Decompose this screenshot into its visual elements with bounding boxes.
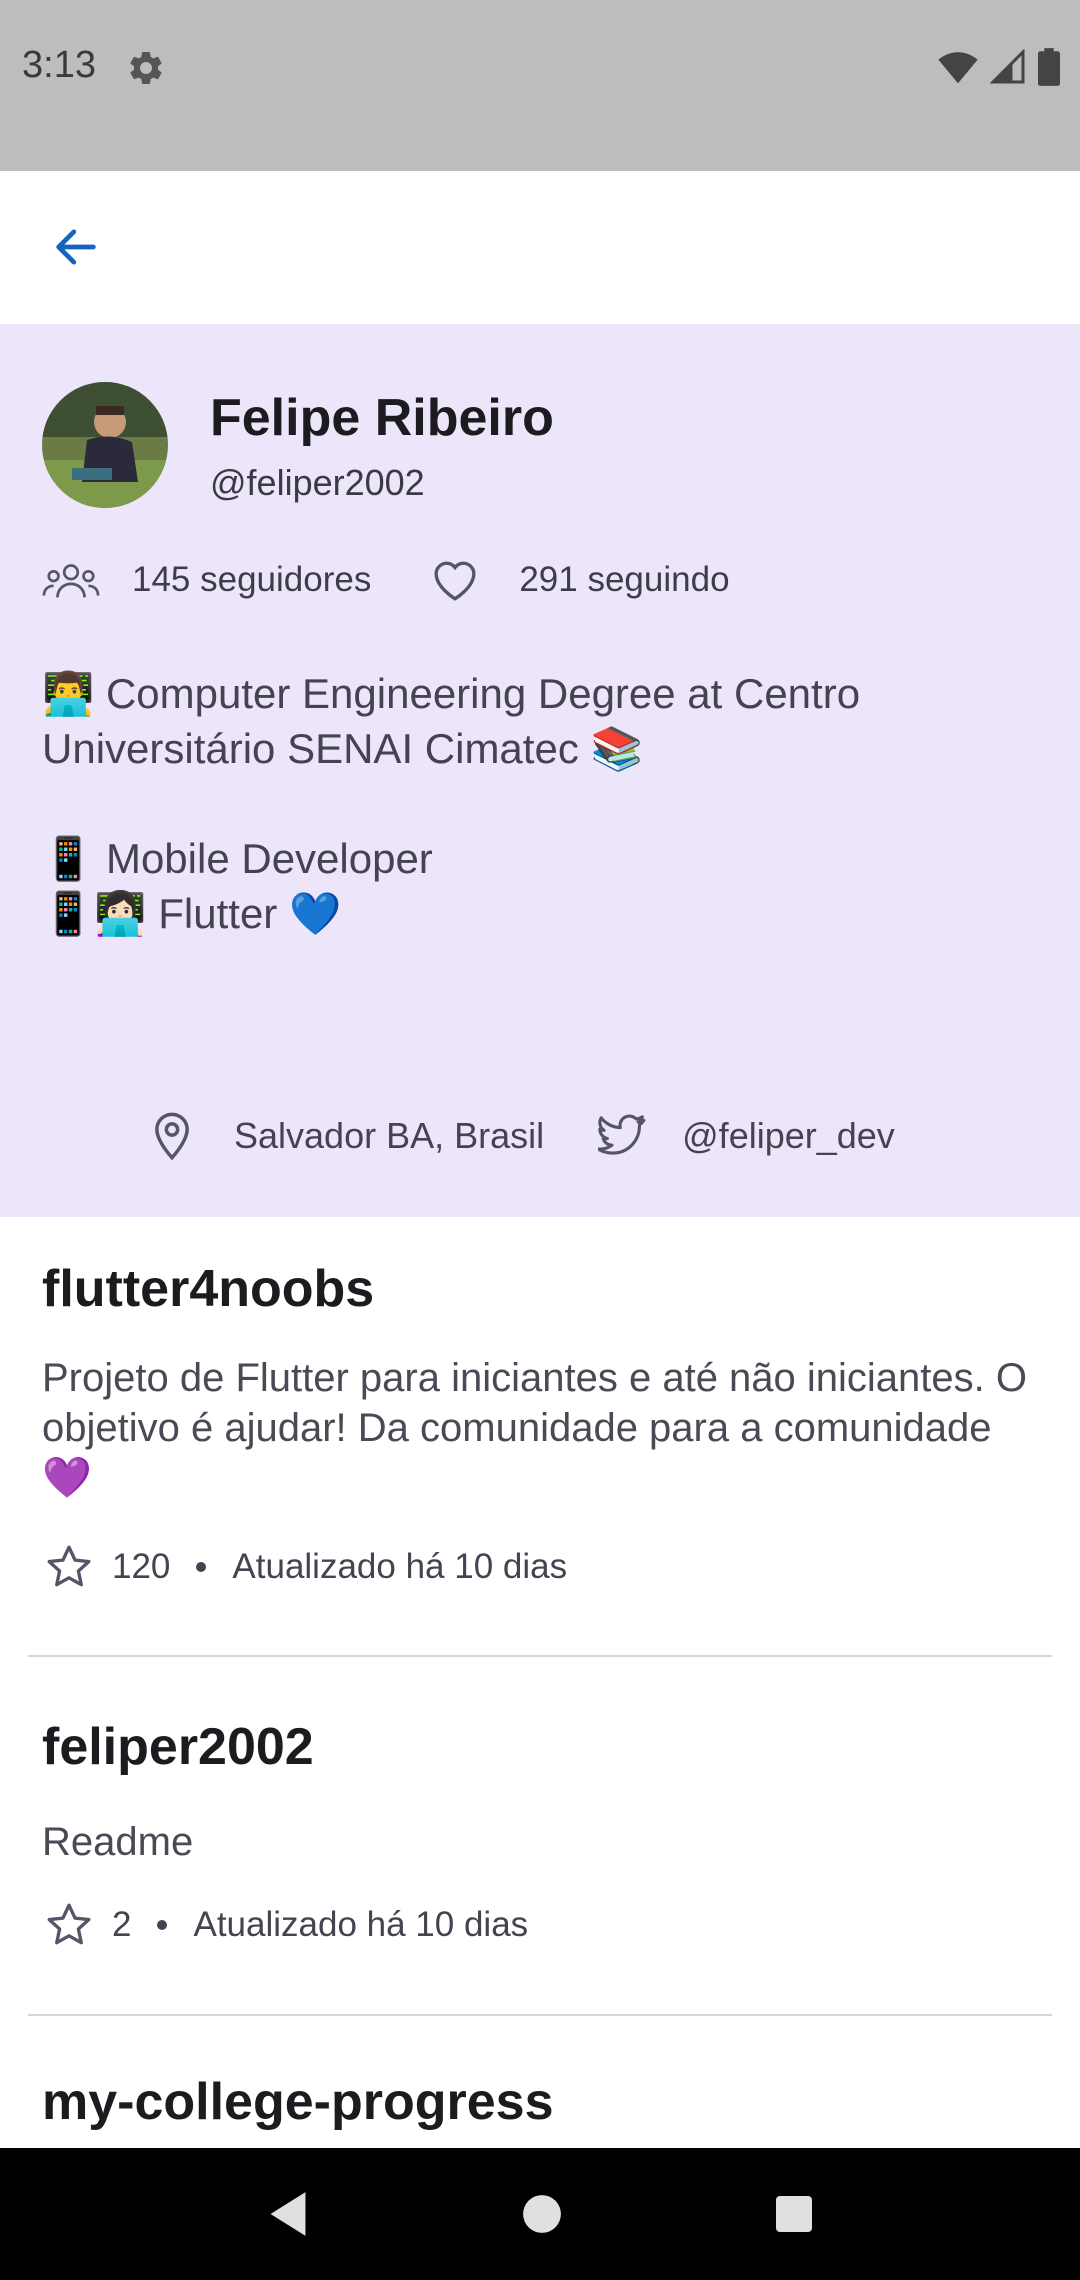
settings-icon [130, 51, 162, 84]
repo-stats: 2 Atualizado há 10 dias [44, 1895, 528, 1955]
profile-header: Felipe Ribeiro @feliper2002 145 seguidor… [0, 324, 1080, 1217]
back-button[interactable] [36, 207, 116, 287]
repo-title: feliper2002 [42, 1718, 314, 1776]
repo-updated: Atualizado há 10 dias [232, 1547, 568, 1586]
following-count[interactable]: 291 seguindo [519, 560, 729, 600]
system-nav-bar [0, 2148, 1080, 2280]
twitter-icon [598, 1109, 648, 1163]
followers-count[interactable]: 145 seguidores [132, 560, 371, 600]
nav-home-icon[interactable] [521, 2193, 563, 2235]
nav-recents-icon[interactable] [774, 2194, 814, 2234]
star-icon [44, 1898, 98, 1952]
back-arrow-icon [56, 229, 96, 265]
profile-bio: 👨‍💻 Computer Engineering Degree at Centr… [42, 670, 861, 937]
repo-card[interactable]: flutter4noobs Projeto de Flutter para in… [0, 1217, 1080, 1655]
repo-stars: 120 [112, 1547, 171, 1586]
profile-meta: Salvador BA, Brasil @feliper_dev [150, 1106, 949, 1166]
twitter-handle[interactable]: @feliper_dev [682, 1115, 895, 1157]
follow-stats: 145 seguidores 291 seguindo [42, 550, 788, 610]
repo-description: Readme [42, 1820, 194, 1864]
wifi-icon [938, 52, 978, 84]
location-text: Salvador BA, Brasil [234, 1115, 545, 1156]
repo-stats: 120 Atualizado há 10 dias [44, 1537, 567, 1597]
status-bar: 3:13 [0, 0, 1080, 171]
repo-stars: 2 [112, 1905, 132, 1944]
repo-title: flutter4noobs [42, 1260, 375, 1318]
people-icon [42, 556, 102, 604]
separator-dot [196, 1562, 207, 1572]
signal-icon [990, 49, 1025, 84]
repo-title: my-college-progress [42, 2073, 554, 2131]
heart-icon [429, 556, 489, 604]
profile-handle: @feliper2002 [210, 462, 425, 503]
repo-description: Projeto de Flutter para iniciantes e até… [42, 1356, 1027, 1500]
status-time: 3:13 [22, 44, 96, 86]
battery-icon [1038, 48, 1060, 86]
status-icons [938, 48, 1060, 86]
avatar[interactable] [42, 382, 168, 508]
repo-card[interactable]: feliper2002 Readme 2 Atualizado há 10 di… [0, 1657, 1080, 2015]
star-icon [44, 1540, 98, 1594]
location-pin-icon [150, 1109, 200, 1163]
app-bar [0, 171, 1080, 324]
profile-name: Felipe Ribeiro [210, 389, 554, 447]
repo-updated: Atualizado há 10 dias [193, 1905, 529, 1944]
separator-dot [157, 1920, 168, 1930]
repo-card[interactable]: my-college-progress [0, 2016, 1080, 2148]
nav-back-icon[interactable] [266, 2190, 310, 2238]
